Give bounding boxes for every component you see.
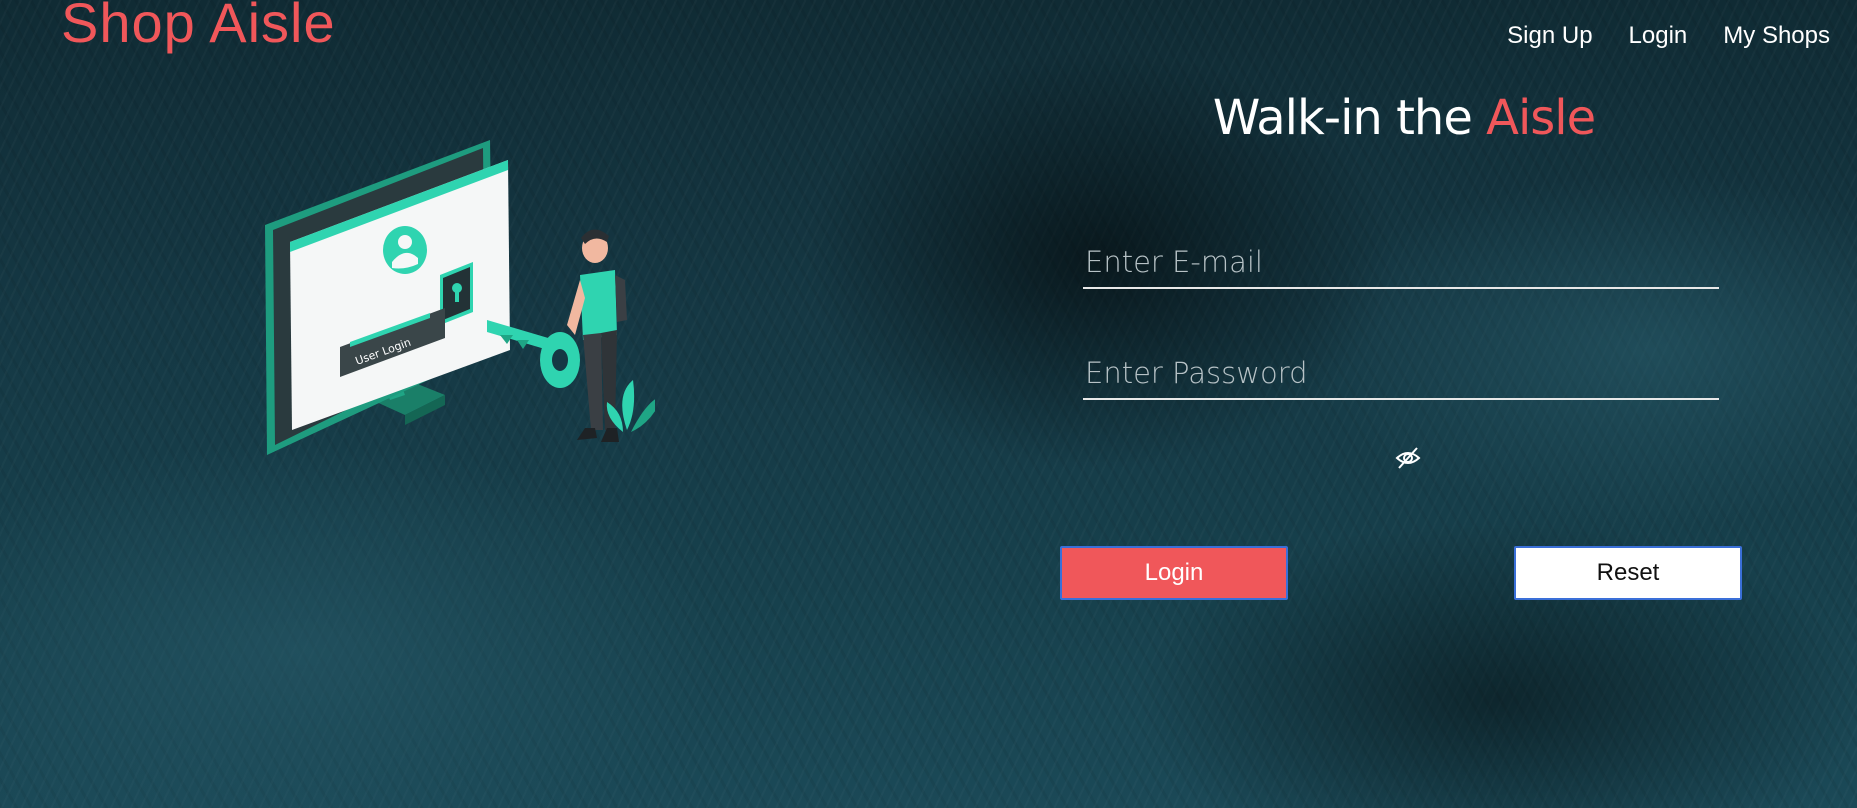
login-button[interactable]: Login [1060,546,1288,600]
password-field[interactable] [1083,354,1719,400]
eye-slash-icon[interactable] [1394,444,1422,472]
brand-logo[interactable]: Shop Aisle [61,0,336,55]
reset-button[interactable]: Reset [1514,546,1742,600]
email-field[interactable] [1083,243,1719,289]
nav-my-shops[interactable]: My Shops [1723,22,1830,50]
headline-text: Walk-in the [1212,90,1487,146]
headline-accent: Aisle [1486,90,1596,146]
nav-sign-up[interactable]: Sign Up [1507,22,1592,50]
nav-login[interactable]: Login [1629,22,1688,50]
top-nav: Sign Up Login My Shops [1507,22,1830,50]
page-headline: Walk-in the Aisle [1084,90,1724,146]
login-illustration: User Login [265,140,655,455]
